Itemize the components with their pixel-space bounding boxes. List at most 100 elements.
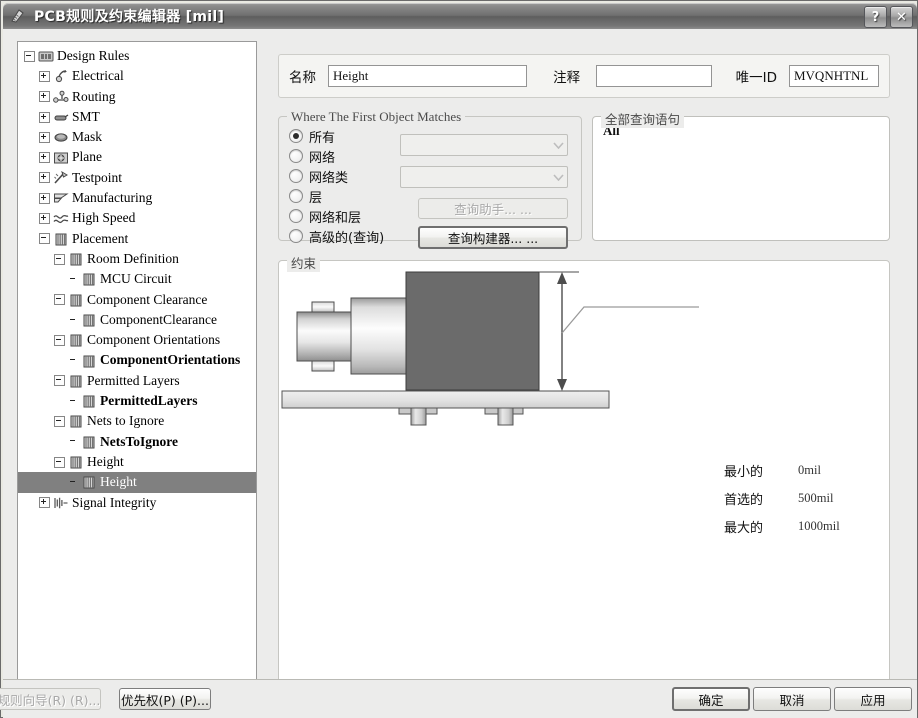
collapse-icon[interactable] [54, 456, 65, 468]
tree-item-label: Component Orientations [87, 332, 221, 348]
comment-input[interactable] [596, 65, 712, 87]
scope-radio-5[interactable]: 高级的(查询) [289, 226, 384, 246]
title-bar: PCB规则及约束编辑器 [mil] ? ✕ [3, 3, 917, 29]
collapse-icon[interactable] [24, 50, 35, 62]
expand-icon[interactable] [39, 111, 50, 123]
tree-item-label: Component Clearance [87, 291, 208, 307]
collapse-icon[interactable] [54, 375, 65, 387]
scope-radio-2[interactable]: 网络类 [289, 166, 384, 186]
collapse-icon[interactable] [54, 294, 65, 306]
query-builder-button[interactable]: 查询构建器... ... [418, 226, 568, 249]
scope-radio-label: 网络和层 [309, 210, 362, 226]
tree-item[interactable]: SMT [18, 107, 256, 127]
measurement-value[interactable]: 1000mil [798, 519, 840, 534]
tree-item-label: Electrical [72, 68, 124, 84]
tree-item[interactable]: MCU Circuit [18, 269, 256, 289]
object-scope-radio-group[interactable]: 所有 网络 网络类层网络和层高级的(查询) [289, 126, 384, 246]
tree-item[interactable]: Height [18, 452, 256, 472]
scope-radio-1[interactable]: 网络 [289, 146, 384, 166]
expand-icon[interactable] [39, 152, 50, 164]
tree-item[interactable]: PermittedLayers [18, 391, 256, 411]
routing-icon [53, 90, 69, 104]
tree-leaf-spacer [69, 275, 78, 284]
collapse-icon[interactable] [39, 233, 50, 245]
tree-leaf-spacer [69, 316, 78, 325]
comment-label: 注释 [553, 70, 581, 86]
scope-radio-4[interactable]: 网络和层 [289, 206, 384, 226]
rule-wizard-button[interactable]: 规则向导(R) (R)... [0, 688, 101, 710]
radio-button[interactable] [289, 189, 303, 203]
net-class-combo[interactable] [400, 166, 568, 188]
tree-item-label: Plane [72, 149, 102, 165]
net-combo[interactable] [400, 134, 568, 156]
full-query-group-title: 全部查询语句 [601, 109, 685, 128]
rules-tree-panel[interactable]: Design Rules Electrical Routing SMT Mask Plan… [17, 41, 257, 693]
expand-icon[interactable] [39, 213, 50, 225]
tree-item[interactable]: Component Clearance [18, 290, 256, 310]
expand-icon[interactable] [39, 131, 50, 143]
expand-icon[interactable] [39, 192, 50, 204]
tree-item[interactable]: Testpoint [18, 168, 256, 188]
tree-item[interactable]: Signal Integrity [18, 493, 256, 513]
radio-button[interactable] [289, 169, 303, 183]
measurement-value[interactable]: 0mil [798, 463, 821, 478]
tree-item-selected[interactable]: Height [18, 472, 256, 493]
placement-icon [68, 374, 84, 388]
expand-icon[interactable] [39, 172, 50, 184]
tree-item[interactable]: Permitted Layers [18, 371, 256, 391]
rules-tree[interactable]: Design Rules Electrical Routing SMT Mask Plan… [18, 42, 256, 513]
priorities-button[interactable]: 优先权(P) (P)... [119, 688, 211, 710]
tree-item-label: Mask [72, 129, 102, 145]
unique-id-input[interactable]: MVQNHTNL [788, 65, 879, 87]
scope-radio-label: 高级的(查询) [309, 230, 385, 246]
apply-button[interactable]: 应用 [834, 687, 912, 711]
tree-item[interactable]: Room Definition [18, 249, 256, 269]
help-button[interactable]: ? [864, 6, 887, 28]
client-area: Design Rules Electrical Routing SMT Mask Plan… [3, 29, 917, 715]
query-helper-button[interactable]: 查询助手... ... [418, 198, 568, 219]
radio-button[interactable] [289, 129, 303, 143]
tree-item[interactable]: NetsToIgnore [18, 432, 256, 452]
close-icon[interactable]: ✕ [890, 6, 913, 28]
radio-button[interactable] [289, 209, 303, 223]
tree-item[interactable]: High Speed [18, 208, 256, 228]
collapse-icon[interactable] [54, 334, 65, 346]
tree-item[interactable]: ComponentOrientations [18, 350, 256, 370]
scope-radio-0[interactable]: 所有 [289, 126, 384, 146]
measurement-label: 首选的 [724, 493, 764, 508]
expand-icon[interactable] [39, 70, 50, 82]
scope-radio-label: 所有 [309, 130, 336, 146]
collapse-icon[interactable] [54, 415, 65, 427]
tree-item[interactable]: Electrical [18, 66, 256, 86]
pcb-rules-icon [10, 8, 28, 24]
radio-button[interactable] [289, 149, 303, 163]
collapse-icon[interactable] [54, 253, 65, 265]
tree-item[interactable]: Routing [18, 87, 256, 107]
tree-item-label: Height [87, 453, 124, 469]
name-input[interactable]: Height [328, 65, 528, 87]
tree-item[interactable]: Placement [18, 229, 256, 249]
tree-item-label: Placement [72, 230, 129, 246]
chevron-down-icon [549, 135, 567, 155]
ok-button[interactable]: 确定 [672, 687, 750, 711]
tree-item-label: NetsToIgnore [100, 433, 179, 449]
expand-icon[interactable] [39, 91, 50, 103]
tree-item-label: Room Definition [87, 250, 179, 266]
radio-button[interactable] [289, 229, 303, 243]
tree-item[interactable]: Component Orientations [18, 330, 256, 350]
expand-icon[interactable] [39, 497, 50, 509]
tree-item[interactable]: ComponentClearance [18, 310, 256, 330]
tree-item[interactable]: Mask [18, 127, 256, 147]
where-first-object-matches-group: Where The First Object Matches 所有 网络 网络类层网… [278, 109, 582, 249]
measurement-value[interactable]: 500mil [798, 491, 833, 506]
tree-item-label: SMT [72, 108, 100, 124]
tree-item[interactable]: Nets to Ignore [18, 411, 256, 431]
tree-item[interactable]: Plane [18, 147, 256, 167]
tree-item[interactable]: Manufacturing [18, 188, 256, 208]
tree-item[interactable]: Design Rules [18, 46, 256, 66]
placement-icon [81, 354, 97, 368]
placement-icon [68, 455, 84, 469]
scope-radio-3[interactable]: 层 [289, 186, 384, 206]
smt-icon [53, 110, 69, 124]
cancel-button[interactable]: 取消 [753, 687, 831, 711]
